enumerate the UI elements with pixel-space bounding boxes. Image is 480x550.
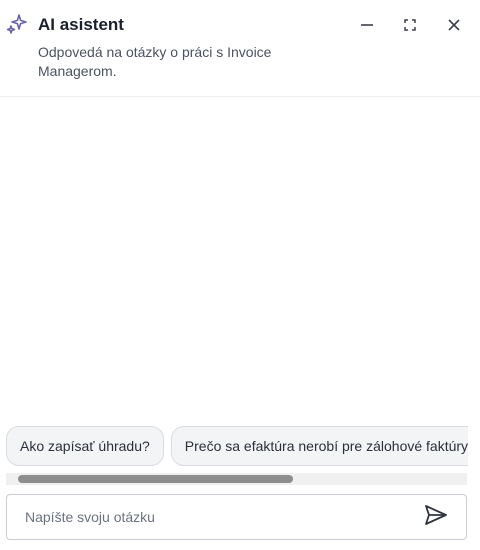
assistant-title: AI asistent [38, 15, 124, 34]
minimize-button[interactable] [354, 14, 380, 40]
ai-assistant-panel: AI asistent Odpovedá na otázky o práci s… [0, 0, 480, 550]
question-input[interactable] [7, 495, 407, 539]
close-icon [447, 18, 461, 37]
sparkle-icon [5, 12, 29, 36]
suggestion-chip[interactable]: Ako zapísať úhradu? [6, 426, 164, 466]
close-button[interactable] [441, 14, 467, 40]
composer [6, 494, 467, 540]
expand-icon [403, 18, 417, 37]
assistant-header: AI asistent Odpovedá na otázky o práci s… [0, 0, 480, 97]
suggestions-scrollbar[interactable] [6, 473, 467, 485]
scrollbar-thumb[interactable] [18, 475, 293, 483]
suggestion-chips: Ako zapísať úhradu? Prečo sa efaktúra ne… [6, 426, 468, 468]
send-button[interactable] [421, 503, 451, 531]
expand-button[interactable] [397, 14, 423, 40]
send-icon [424, 504, 448, 531]
suggestion-chip[interactable]: Prečo sa efaktúra nerobí pre zálohové fa… [170, 426, 468, 466]
minimize-icon [360, 18, 374, 37]
assistant-subtitle: Odpovedá na otázky o práci s Invoice Man… [38, 44, 272, 79]
